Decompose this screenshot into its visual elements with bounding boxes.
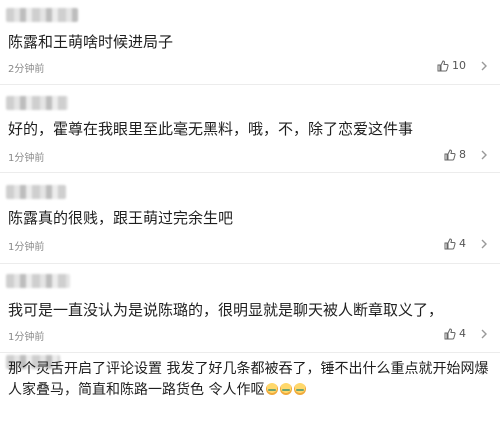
comment-time: 1分钟前 [8,332,45,343]
comment-text: 陈露真的很贱，跟王萌过完余生吧 [8,209,234,227]
chevron-right-icon[interactable] [478,149,490,161]
comment-text: 我可是一直没认为是说陈璐的，很明显就是聊天被人断章取义了， [8,301,444,319]
thumbs-up-icon [437,59,449,71]
thumbs-up-icon [444,237,456,249]
chevron-right-icon[interactable] [478,60,490,72]
like-button[interactable]: 8 [444,148,466,161]
blurred-username [6,185,66,199]
like-count: 8 [459,148,466,161]
comment-item: 陈露真的很贱，跟王萌过完余生吧 1分钟前 4 [0,173,500,263]
nauseated-face-emoji [266,383,279,395]
comment-text: 那个灵舌开启了评论设置 我发了好几条都被吞了，锤不出什么重点就开始网爆人家叠马，… [8,359,492,401]
like-count: 4 [459,237,466,250]
comment-time: 2分钟前 [8,64,45,75]
nauseated-face-emoji [280,383,293,395]
blurred-username [6,274,70,288]
nauseated-face-emoji [294,383,307,395]
comment-text: 好的，霍尊在我眼里至此毫无黑料，哦，不，除了恋爱这件事 [8,120,414,138]
comment-item: 好的，霍尊在我眼里至此毫无黑料，哦，不，除了恋爱这件事 1分钟前 8 [0,85,500,172]
thumbs-up-icon [444,148,456,160]
comment-time: 1分钟前 [8,153,45,164]
thumbs-up-icon [444,327,456,339]
like-button[interactable]: 4 [444,237,466,250]
like-count: 10 [452,59,466,72]
chevron-right-icon[interactable] [478,328,490,340]
comment-item: 那个灵舌开启了评论设置 我发了好几条都被吞了，锤不出什么重点就开始网爆人家叠马，… [0,353,500,424]
like-button[interactable]: 10 [437,59,466,72]
comment-time: 1分钟前 [8,242,45,253]
blurred-username [6,96,68,110]
chevron-right-icon[interactable] [478,238,490,250]
comment-item: 陈露和王萌啥时候进局子 2分钟前 10 [0,0,500,84]
comment-text-content: 那个灵舌开启了评论设置 我发了好几条都被吞了，锤不出什么重点就开始网爆人家叠马，… [8,361,489,398]
comment-item: 我可是一直没认为是说陈璐的，很明显就是聊天被人断章取义了， 1分钟前 4 [0,264,500,352]
like-button[interactable]: 4 [444,327,466,340]
blurred-username [6,8,78,22]
comment-text: 陈露和王萌啥时候进局子 [8,33,174,51]
like-count: 4 [459,327,466,340]
